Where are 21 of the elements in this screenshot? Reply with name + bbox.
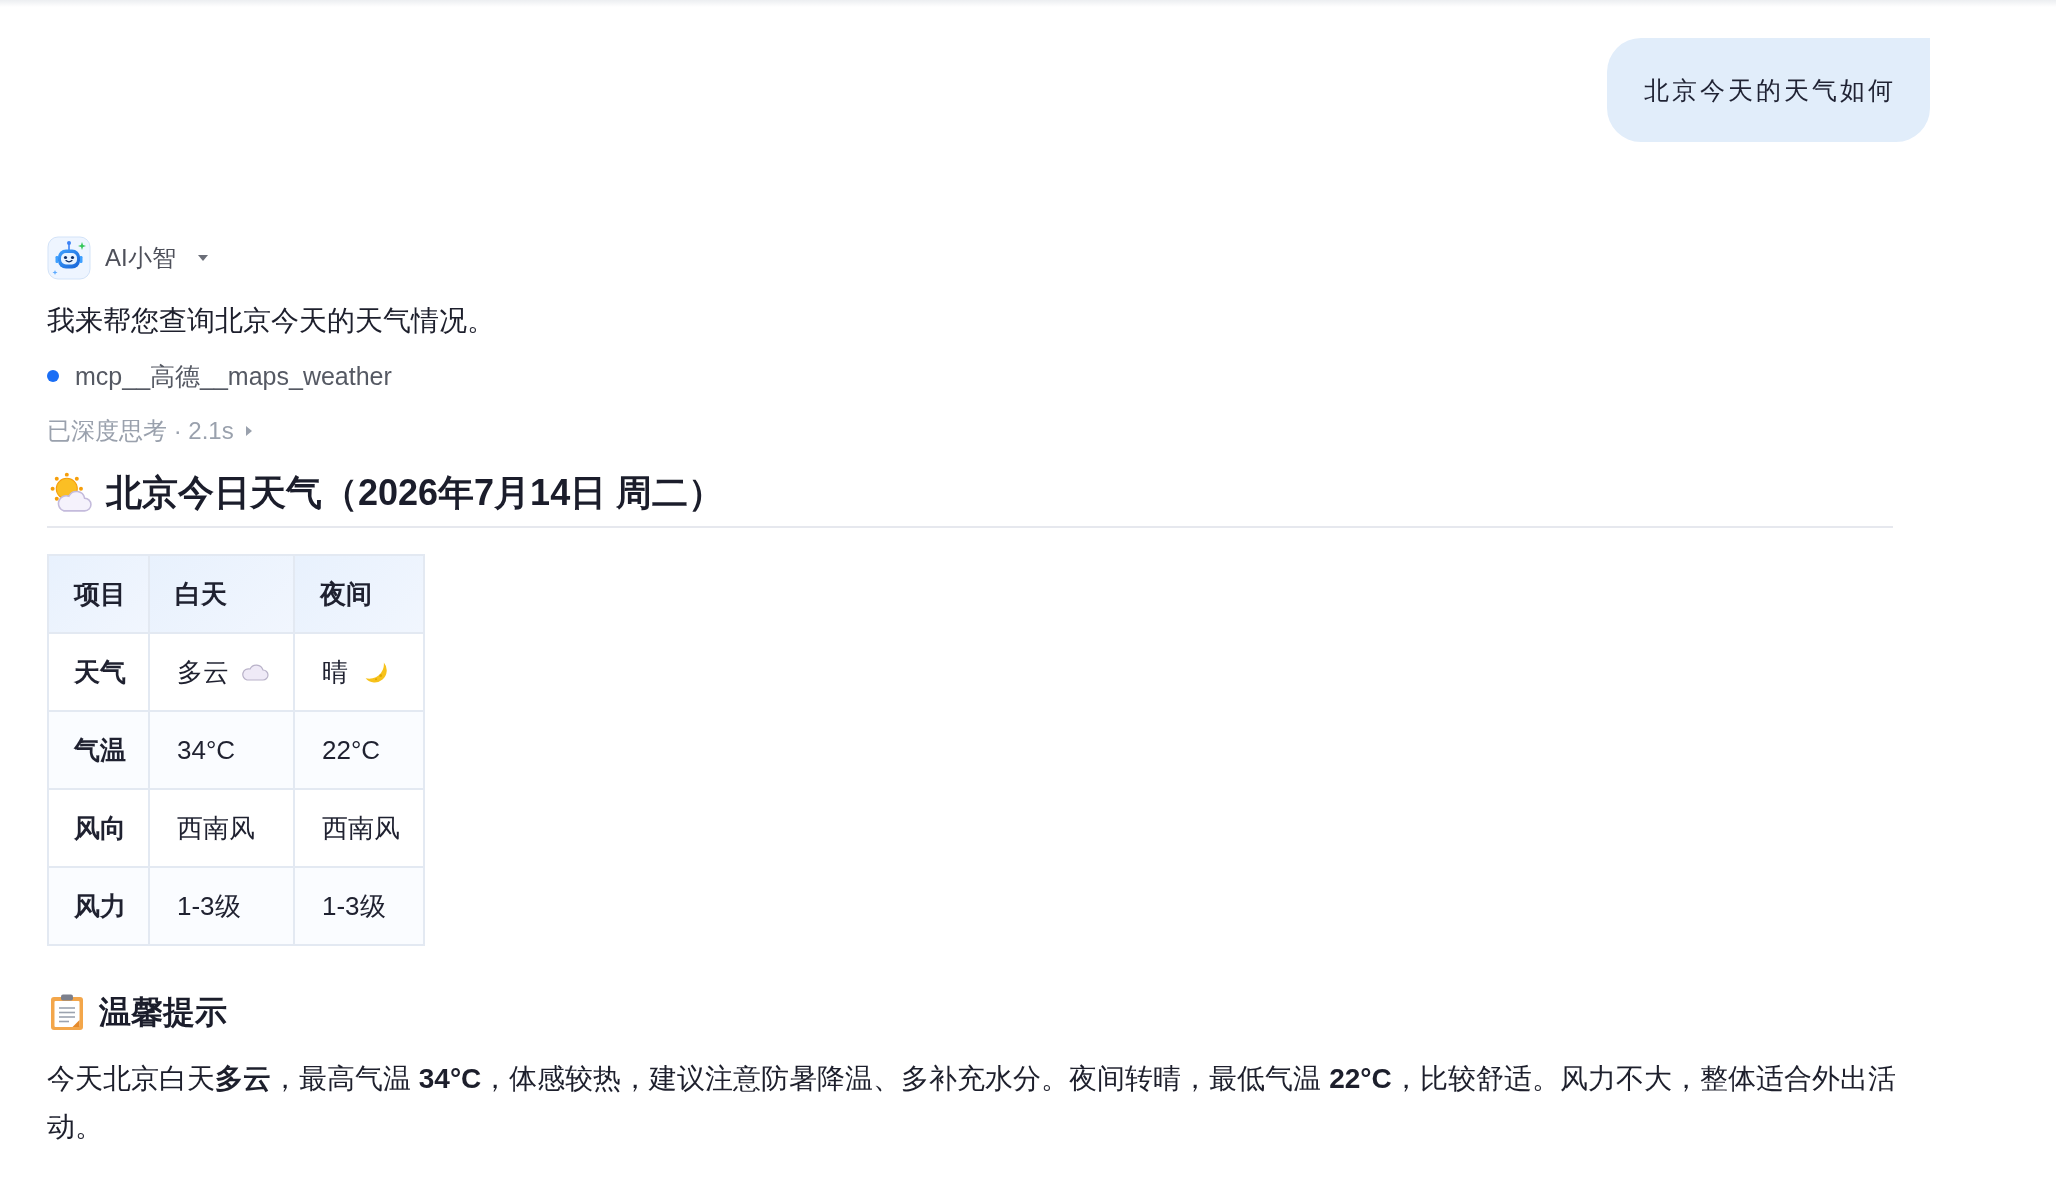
- table-cell: 1-3级: [149, 867, 294, 945]
- assistant-message: 我来帮您查询北京今天的天气情况。: [47, 304, 495, 338]
- caret-down-icon: [197, 255, 208, 261]
- column-header: 夜间: [294, 555, 424, 633]
- cell-text: 多云: [177, 655, 229, 689]
- assistant-name-dropdown[interactable]: AI小智: [105, 242, 208, 274]
- status-dot-icon: [47, 370, 59, 382]
- clipboard-icon: [50, 994, 84, 1030]
- cloud-icon: [241, 663, 269, 681]
- tips-heading: 温馨提示: [99, 993, 227, 1032]
- table-cell: 1-3级: [294, 867, 424, 945]
- tool-call-name: mcp__高德__maps_weather: [75, 361, 392, 392]
- robot-avatar-icon: [47, 236, 91, 280]
- user-message: 北京今天的天气如何: [1607, 38, 1930, 142]
- weather-title: 北京今日天气（2026年7月14日 周二）: [106, 471, 725, 515]
- row-header: 风力: [48, 867, 149, 945]
- sun-behind-cloud-icon: [50, 472, 92, 514]
- column-header: 项目: [48, 555, 149, 633]
- column-header: 白天: [149, 555, 294, 633]
- tips-paragraph: 今天北京白天多云，最高气温 34°C，体感较热，建议注意防暑降温、多补充水分。夜间转晴，最低气温 22°C，比较舒适。风力不大，整体适合外出活动。: [47, 1062, 1897, 1144]
- cell-text: 晴: [322, 655, 348, 689]
